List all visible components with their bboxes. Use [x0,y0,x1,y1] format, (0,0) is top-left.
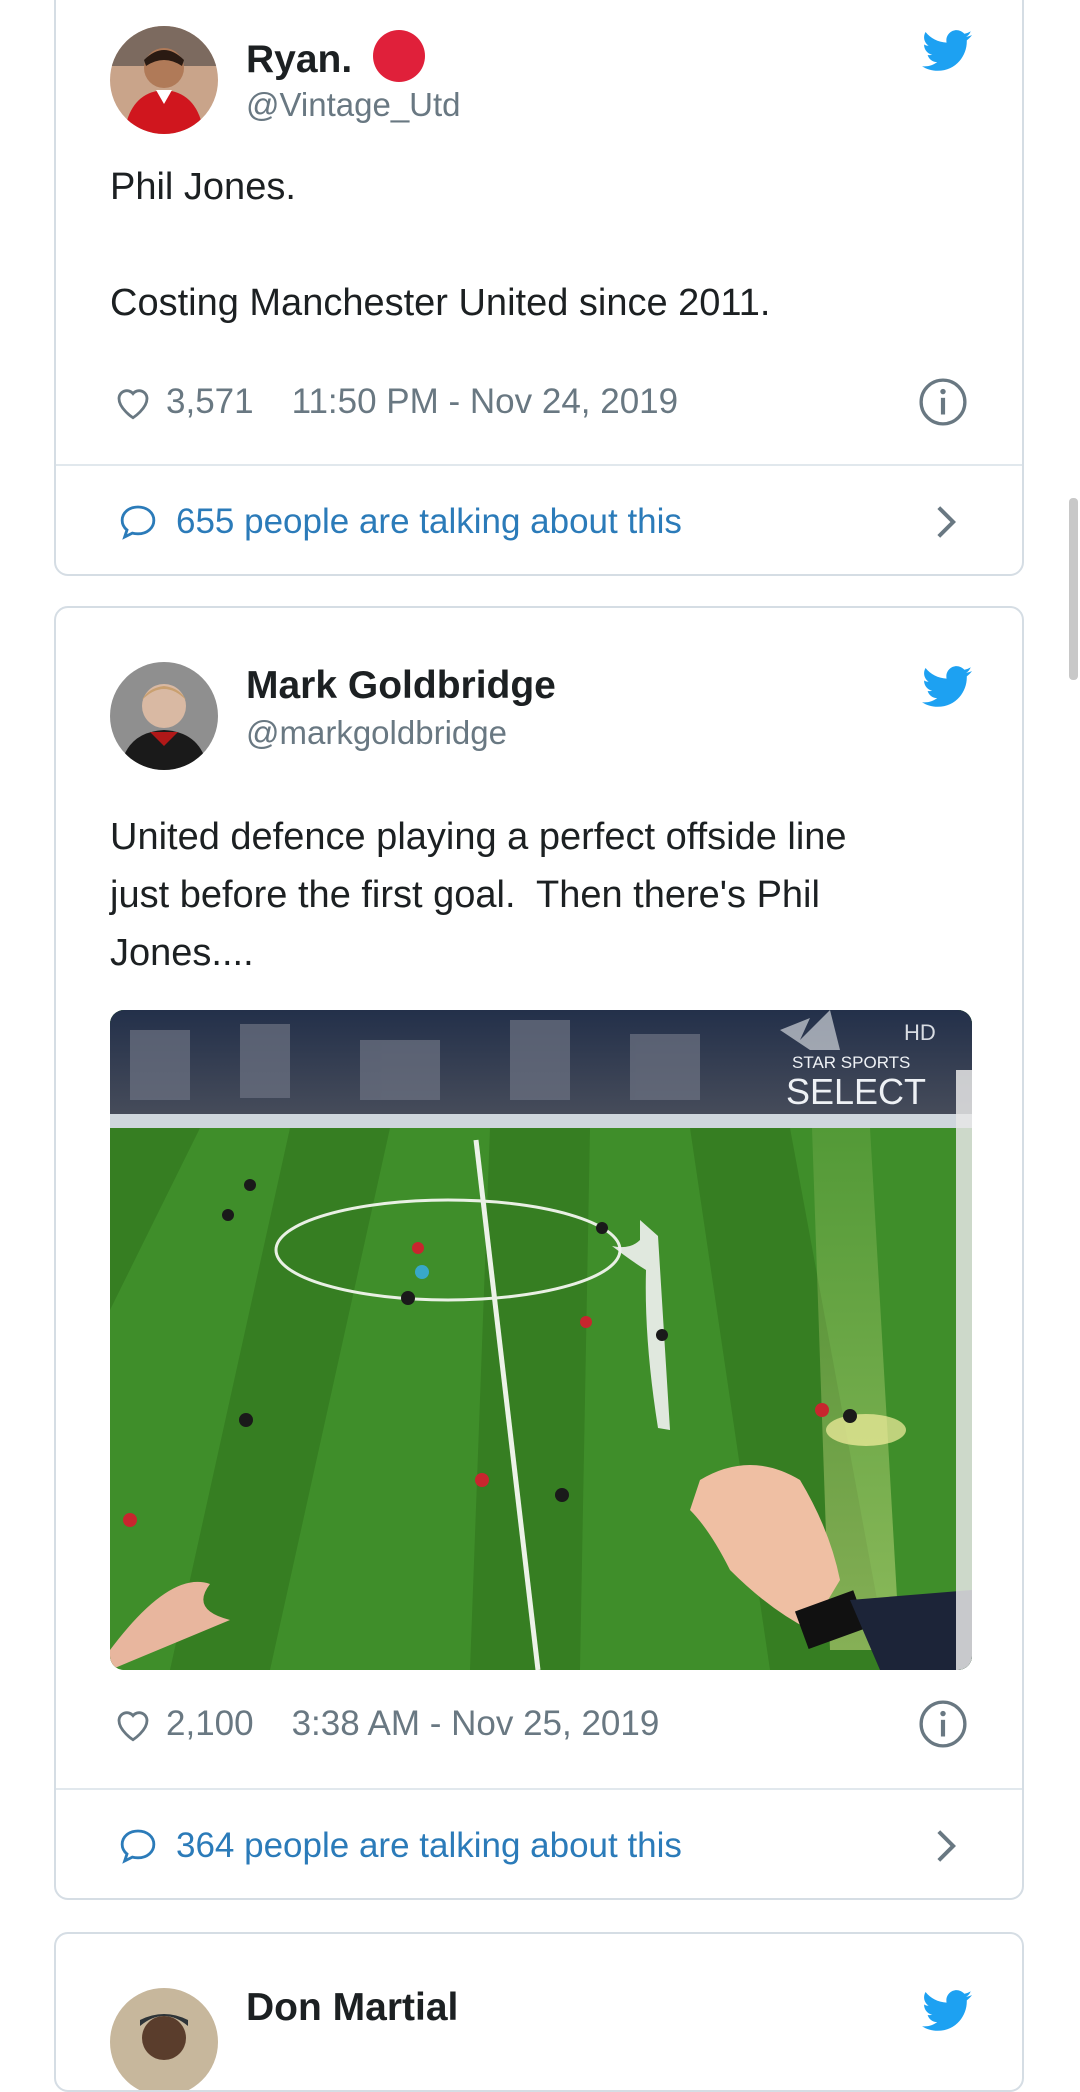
talking-count-label[interactable]: 364 people are talking about this [176,1826,682,1866]
twitter-bird-icon[interactable] [922,1990,972,2032]
tweet-text-line: United defence playing a perfect offside… [110,816,847,858]
conversation-link[interactable]: 655 people are talking about this [118,492,960,552]
heart-outline-icon[interactable] [112,1703,154,1745]
twitter-bird-icon[interactable] [922,30,972,72]
info-circle-icon[interactable] [918,1699,968,1749]
conversation-link[interactable]: 364 people are talking about this [118,1816,960,1876]
football-pitch-image: HD STAR SPORTS SELECT [110,1010,972,1670]
tweet-text-line: just before the first goal. Then there's… [110,874,820,916]
author-handle[interactable]: @markgoldbridge [246,714,507,752]
red-circle-badge-icon [373,30,426,82]
tweet-text-line [110,216,990,274]
twitter-bird-icon[interactable] [922,666,972,708]
tweet-timestamp[interactable]: 11:50 PM - Nov 24, 2019 [292,382,679,422]
tweet-text-line: Jones.... [110,932,254,974]
tweet-meta: 2,100 3:38 AM - Nov 25, 2019 [112,1698,968,1750]
talking-count-label[interactable]: 655 people are talking about this [176,502,682,542]
heart-outline-icon[interactable] [112,381,154,423]
hd-overlay: HD [904,1020,936,1045]
avatar[interactable] [110,662,218,770]
tweet-card-mark-goldbridge[interactable]: Mark Goldbridge @markgoldbridge United d… [54,606,1024,1900]
like-count[interactable]: 2,100 [166,1704,254,1744]
person-avatar-image [110,662,218,770]
chevron-right-icon[interactable] [932,1828,960,1864]
person-avatar-image [110,1988,218,2090]
avatar[interactable] [110,1988,218,2090]
chevron-right-icon[interactable] [932,504,960,540]
tweet-card-don-martial[interactable]: Don Martial [54,1932,1024,2092]
tweet-text: United defence playing a perfect offside… [110,808,990,982]
tweet-text-line: Phil Jones. [110,166,296,208]
tweet-meta: 3,571 11:50 PM - Nov 24, 2019 [112,376,968,428]
tweet-card-ryan[interactable]: Ryan. @Vintage_Utd Phil Jones. Costing M… [54,0,1024,576]
author-handle[interactable]: @Vintage_Utd [246,86,461,124]
tweet-text-line: Costing Manchester United since 2011. [110,282,771,324]
broadcaster-overlay-line1: STAR SPORTS [792,1053,910,1072]
author-name[interactable]: Don Martial [246,1986,458,2030]
broadcaster-overlay-line2: SELECT [786,1071,926,1112]
tweet-timestamp[interactable]: 3:38 AM - Nov 25, 2019 [292,1704,660,1744]
speech-bubble-icon [120,505,156,540]
author-name[interactable]: Mark Goldbridge [246,664,556,708]
page-scrollbar[interactable] [1069,498,1078,680]
divider [56,464,1022,466]
avatar[interactable] [110,26,218,134]
author-name[interactable]: Ryan. [246,30,426,82]
tweet-text: Phil Jones. Costing Manchester United si… [110,158,990,332]
like-count[interactable]: 3,571 [166,382,254,422]
tweet-media-image[interactable]: HD STAR SPORTS SELECT [110,1010,972,1670]
speech-bubble-icon [120,1829,156,1864]
player-avatar-image [110,26,218,134]
divider [56,1788,1022,1790]
info-circle-icon[interactable] [918,377,968,427]
